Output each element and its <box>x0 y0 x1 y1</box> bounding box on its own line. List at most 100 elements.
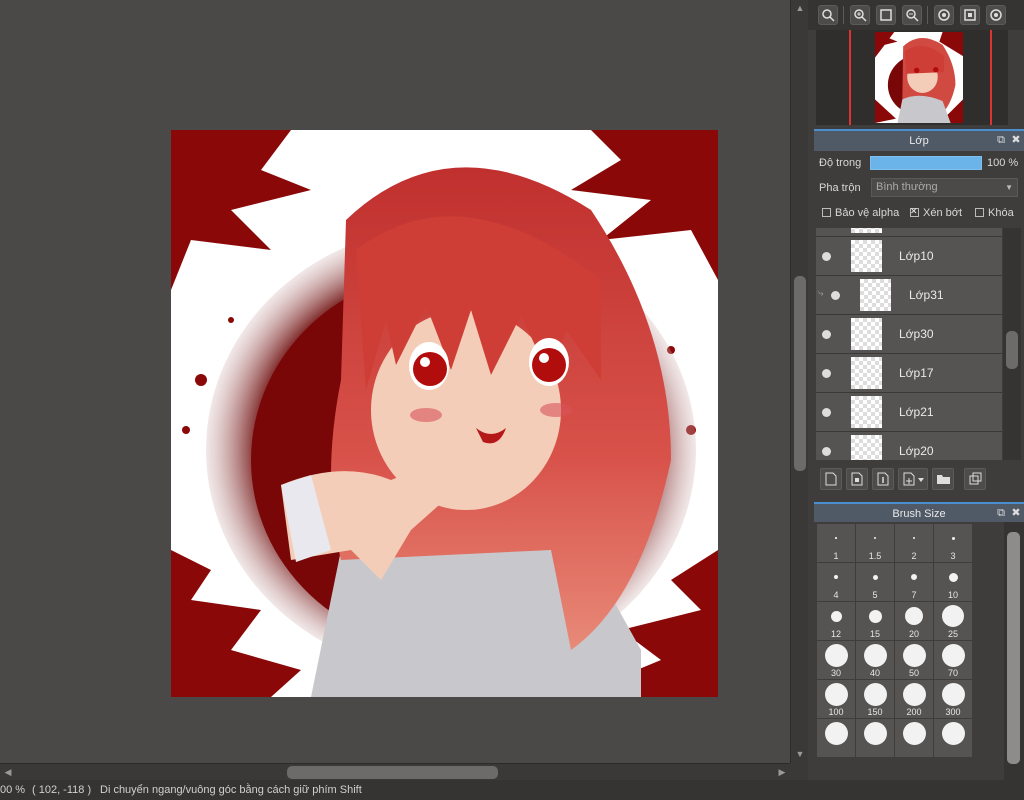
scroll-down-arrow-icon[interactable]: ▼ <box>794 748 806 760</box>
navigator-thumbnail[interactable] <box>875 32 963 123</box>
layer-name[interactable]: Lớp31 <box>909 288 944 302</box>
checkbox-checked-icon <box>910 206 919 217</box>
layer-name[interactable]: Lớp21 <box>899 405 934 419</box>
brush-size-cell[interactable]: 2 <box>895 524 933 562</box>
brush-size-scrollbar[interactable] <box>1004 522 1024 780</box>
protect-alpha-checkbox[interactable]: Bảo vệ alpha <box>822 207 899 219</box>
protect-alpha-label: Bảo vệ alpha <box>835 207 900 219</box>
new-folder-icon[interactable] <box>932 468 954 490</box>
navigator-toolbar <box>808 0 1024 30</box>
brush-dot-icon <box>868 609 882 623</box>
brush-dot-icon <box>902 721 926 745</box>
layer-row[interactable]: Lớp17 <box>816 354 1002 393</box>
brush-size-cell[interactable]: 3 <box>934 524 972 562</box>
layer-list-scrollbar[interactable] <box>1003 228 1021 460</box>
brush-size-cell[interactable] <box>934 719 972 757</box>
brush-size-label: 10 <box>947 590 958 600</box>
layer-panel-title: Lớp <box>909 135 929 147</box>
scroll-left-arrow-icon[interactable]: ◀ <box>2 766 14 778</box>
add-layer-menu-icon[interactable] <box>898 468 928 490</box>
layer-row[interactable]: Lớp10 <box>816 237 1002 276</box>
brush-size-scroll-thumb[interactable] <box>1007 532 1020 764</box>
rotate-right-icon[interactable] <box>986 5 1006 25</box>
close-icon[interactable]: ✖ <box>1010 134 1022 146</box>
eye-icon[interactable] <box>822 369 831 378</box>
brush-size-cell[interactable]: 15 <box>856 602 894 640</box>
brush-dot-icon <box>941 682 965 706</box>
eye-icon[interactable] <box>822 408 831 417</box>
brush-size-cell[interactable]: 70 <box>934 641 972 679</box>
brush-dot-icon <box>902 643 926 667</box>
brush-size-cell[interactable] <box>895 719 933 757</box>
eye-icon[interactable] <box>822 330 831 339</box>
opacity-slider[interactable] <box>870 156 982 170</box>
new-layer-8bit-icon[interactable] <box>846 468 868 490</box>
fullscreen-icon[interactable] <box>876 5 896 25</box>
brush-size-cell[interactable]: 1 <box>817 524 855 562</box>
brush-dot-icon <box>872 574 878 580</box>
close-icon[interactable]: ✖ <box>1010 507 1022 519</box>
brush-size-label: 5 <box>872 590 878 600</box>
horizontal-scroll-thumb[interactable] <box>287 766 498 779</box>
eye-icon[interactable] <box>822 447 831 456</box>
new-layer-icon[interactable] <box>820 468 842 490</box>
zoom-in-icon[interactable] <box>850 5 870 25</box>
brush-size-cell[interactable]: 10 <box>934 563 972 601</box>
layer-row[interactable]: Lớp30 <box>816 315 1002 354</box>
artwork-canvas[interactable] <box>171 130 718 697</box>
scroll-up-arrow-icon[interactable]: ▲ <box>794 2 806 14</box>
brush-dot-icon <box>824 643 848 667</box>
layer-name[interactable]: Lớp30 <box>899 327 934 341</box>
rotate-left-icon[interactable] <box>934 5 954 25</box>
brush-size-cell[interactable]: 20 <box>895 602 933 640</box>
brush-size-cell[interactable]: 7 <box>895 563 933 601</box>
layer-list-scroll-thumb[interactable] <box>1006 331 1018 369</box>
brush-size-cell[interactable]: 4 <box>817 563 855 601</box>
layer-row-partial[interactable] <box>816 228 1002 237</box>
brush-dot-icon <box>951 536 955 540</box>
brush-size-cell[interactable] <box>817 719 855 757</box>
clipping-checkbox[interactable]: Xén bớt <box>910 206 962 219</box>
eye-icon[interactable] <box>822 252 831 261</box>
brush-size-label: 7 <box>911 590 917 600</box>
brush-size-label: 25 <box>947 629 958 639</box>
brush-size-cell[interactable]: 5 <box>856 563 894 601</box>
layer-name[interactable]: Lớp20 <box>899 444 934 458</box>
brush-size-cell[interactable] <box>856 719 894 757</box>
layer-row[interactable]: ⤷ Lớp31 <box>816 276 1002 315</box>
new-layer-1bit-icon[interactable] <box>872 468 894 490</box>
eye-icon[interactable] <box>831 291 840 300</box>
scroll-right-arrow-icon[interactable]: ▶ <box>776 766 788 778</box>
canvas-vertical-scrollbar[interactable]: ▲ ▼ <box>790 0 809 763</box>
layer-name[interactable]: Lớp10 <box>899 249 934 263</box>
undock-icon[interactable]: ⧉ <box>995 507 1007 519</box>
reset-view-icon[interactable] <box>960 5 980 25</box>
brush-size-grid[interactable]: 1 1.5 2 3 4 5 7 10 12 15 20 25 30 40 50 70 100 150 200 300 <box>814 522 1004 780</box>
brush-size-cell[interactable]: 100 <box>817 680 855 718</box>
brush-size-cell[interactable]: 200 <box>895 680 933 718</box>
canvas-horizontal-scrollbar[interactable]: ◀ ▶ <box>0 763 808 781</box>
brush-size-cell[interactable]: 50 <box>895 641 933 679</box>
layer-row[interactable]: Lớp21 <box>816 393 1002 432</box>
vertical-scroll-thumb[interactable] <box>794 276 806 471</box>
brush-size-cell[interactable]: 150 <box>856 680 894 718</box>
brush-size-cell[interactable]: 1.5 <box>856 524 894 562</box>
brush-size-cell[interactable]: 25 <box>934 602 972 640</box>
blend-mode-value: Bình thường <box>876 181 938 193</box>
brush-size-cell[interactable]: 30 <box>817 641 855 679</box>
navigator-view-frame-right <box>990 30 992 125</box>
lock-checkbox[interactable]: Khóa <box>975 207 1014 219</box>
brush-size-cell[interactable]: 300 <box>934 680 972 718</box>
zoom-fit-icon[interactable] <box>818 5 838 25</box>
opacity-label: Độ trong <box>819 157 862 169</box>
layer-row[interactable]: Lớp20 <box>816 432 1002 460</box>
undock-icon[interactable]: ⧉ <box>995 134 1007 146</box>
canvas-area[interactable] <box>0 0 790 763</box>
blend-mode-select[interactable]: Bình thường ▼ <box>871 178 1018 197</box>
zoom-out-icon[interactable] <box>902 5 922 25</box>
layer-list[interactable]: Lớp10 ⤷ Lớp31 Lớp30 Lớp17 Lớp21 Lớp20 <box>816 228 1002 460</box>
brush-size-cell[interactable]: 40 <box>856 641 894 679</box>
layer-name[interactable]: Lớp17 <box>899 366 934 380</box>
brush-size-cell[interactable]: 12 <box>817 602 855 640</box>
duplicate-layer-icon[interactable] <box>964 468 986 490</box>
